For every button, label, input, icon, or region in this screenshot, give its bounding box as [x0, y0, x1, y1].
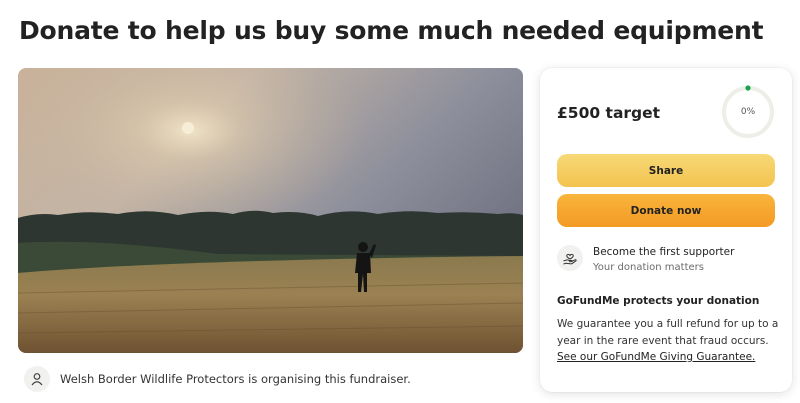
progress-percentage: 0%	[740, 107, 756, 117]
donation-card: £500 target 0% Share Donate now Become t…	[540, 68, 792, 392]
person-icon	[24, 366, 50, 392]
donate-now-button[interactable]: Donate now	[557, 194, 775, 227]
organiser-text: Welsh Border Wildlife Protectors is orga…	[60, 372, 411, 386]
share-button[interactable]: Share	[557, 154, 775, 187]
organiser-row: Welsh Border Wildlife Protectors is orga…	[24, 366, 411, 392]
hand-heart-icon	[557, 245, 583, 271]
protection-title: GoFundMe protects your donation	[557, 295, 760, 307]
supporter-title: Become the first supporter	[593, 246, 735, 258]
supporter-row: Become the first supporter Your donation…	[557, 244, 734, 276]
target-amount: £500 target	[557, 104, 661, 122]
page-title: Donate to help us buy some much needed e…	[19, 16, 764, 45]
giving-guarantee-link[interactable]: See our GoFundMe Giving Guarantee.	[557, 351, 755, 363]
supporter-subtitle: Your donation matters	[593, 262, 704, 273]
protection-description: We guarantee you a full refund for up to…	[557, 318, 779, 347]
progress-ring: 0%	[720, 84, 776, 140]
protection-text: We guarantee you a full refund for up to…	[557, 316, 779, 366]
hero-image	[18, 68, 523, 353]
